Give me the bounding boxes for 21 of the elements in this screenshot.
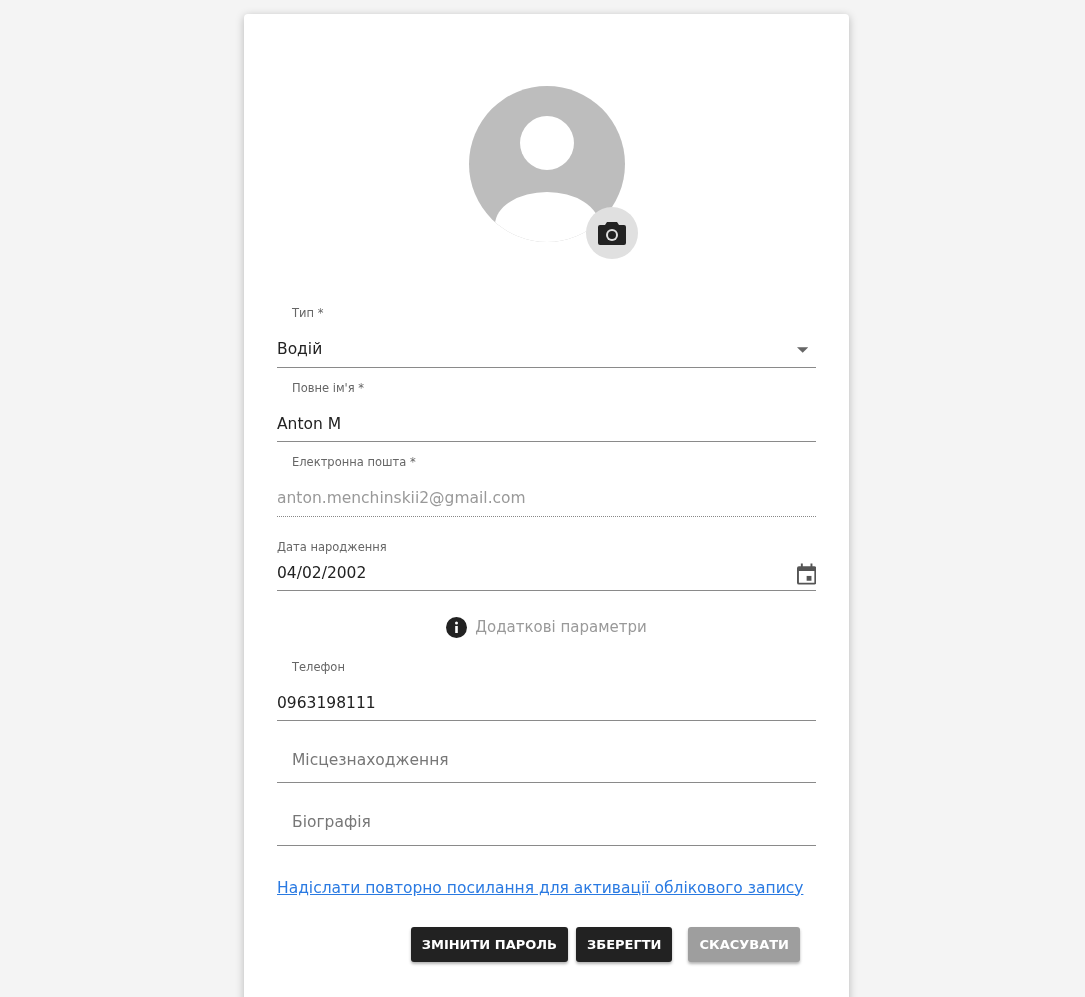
section-title: Додаткові параметри bbox=[475, 617, 647, 638]
field-label: Тип * bbox=[291, 305, 325, 322]
calendar-icon bbox=[796, 562, 816, 585]
camera-button[interactable] bbox=[585, 207, 638, 259]
field-label: Телефон bbox=[291, 658, 346, 676]
field-label: Електронна пошта * bbox=[291, 454, 417, 471]
field-label: Повне ім'я * bbox=[291, 379, 366, 397]
action-button[interactable]: ЗБЕРЕГТИ bbox=[576, 926, 673, 963]
info-icon bbox=[446, 616, 468, 638]
camera-icon bbox=[596, 220, 627, 246]
date-field[interactable]: 04/02/2002 bbox=[277, 561, 797, 590]
action-button[interactable]: ЗМІНИТИ ПАРОЛЬ bbox=[410, 926, 568, 963]
input-field[interactable]: Anton M bbox=[277, 412, 816, 441]
input-field[interactable]: Місцезнаходження bbox=[277, 749, 816, 783]
avatar-icon bbox=[467, 85, 626, 243]
input-field[interactable]: 0963198111 bbox=[277, 691, 816, 720]
type-select[interactable]: Водій bbox=[277, 338, 789, 367]
resend-activation-link[interactable]: Надіслати повторно посилання для активації облікового запису bbox=[277, 878, 804, 897]
dropdown-caret-icon bbox=[796, 347, 808, 354]
field-label: Дата народження bbox=[277, 538, 388, 556]
input-field[interactable]: Біографія bbox=[277, 811, 816, 845]
